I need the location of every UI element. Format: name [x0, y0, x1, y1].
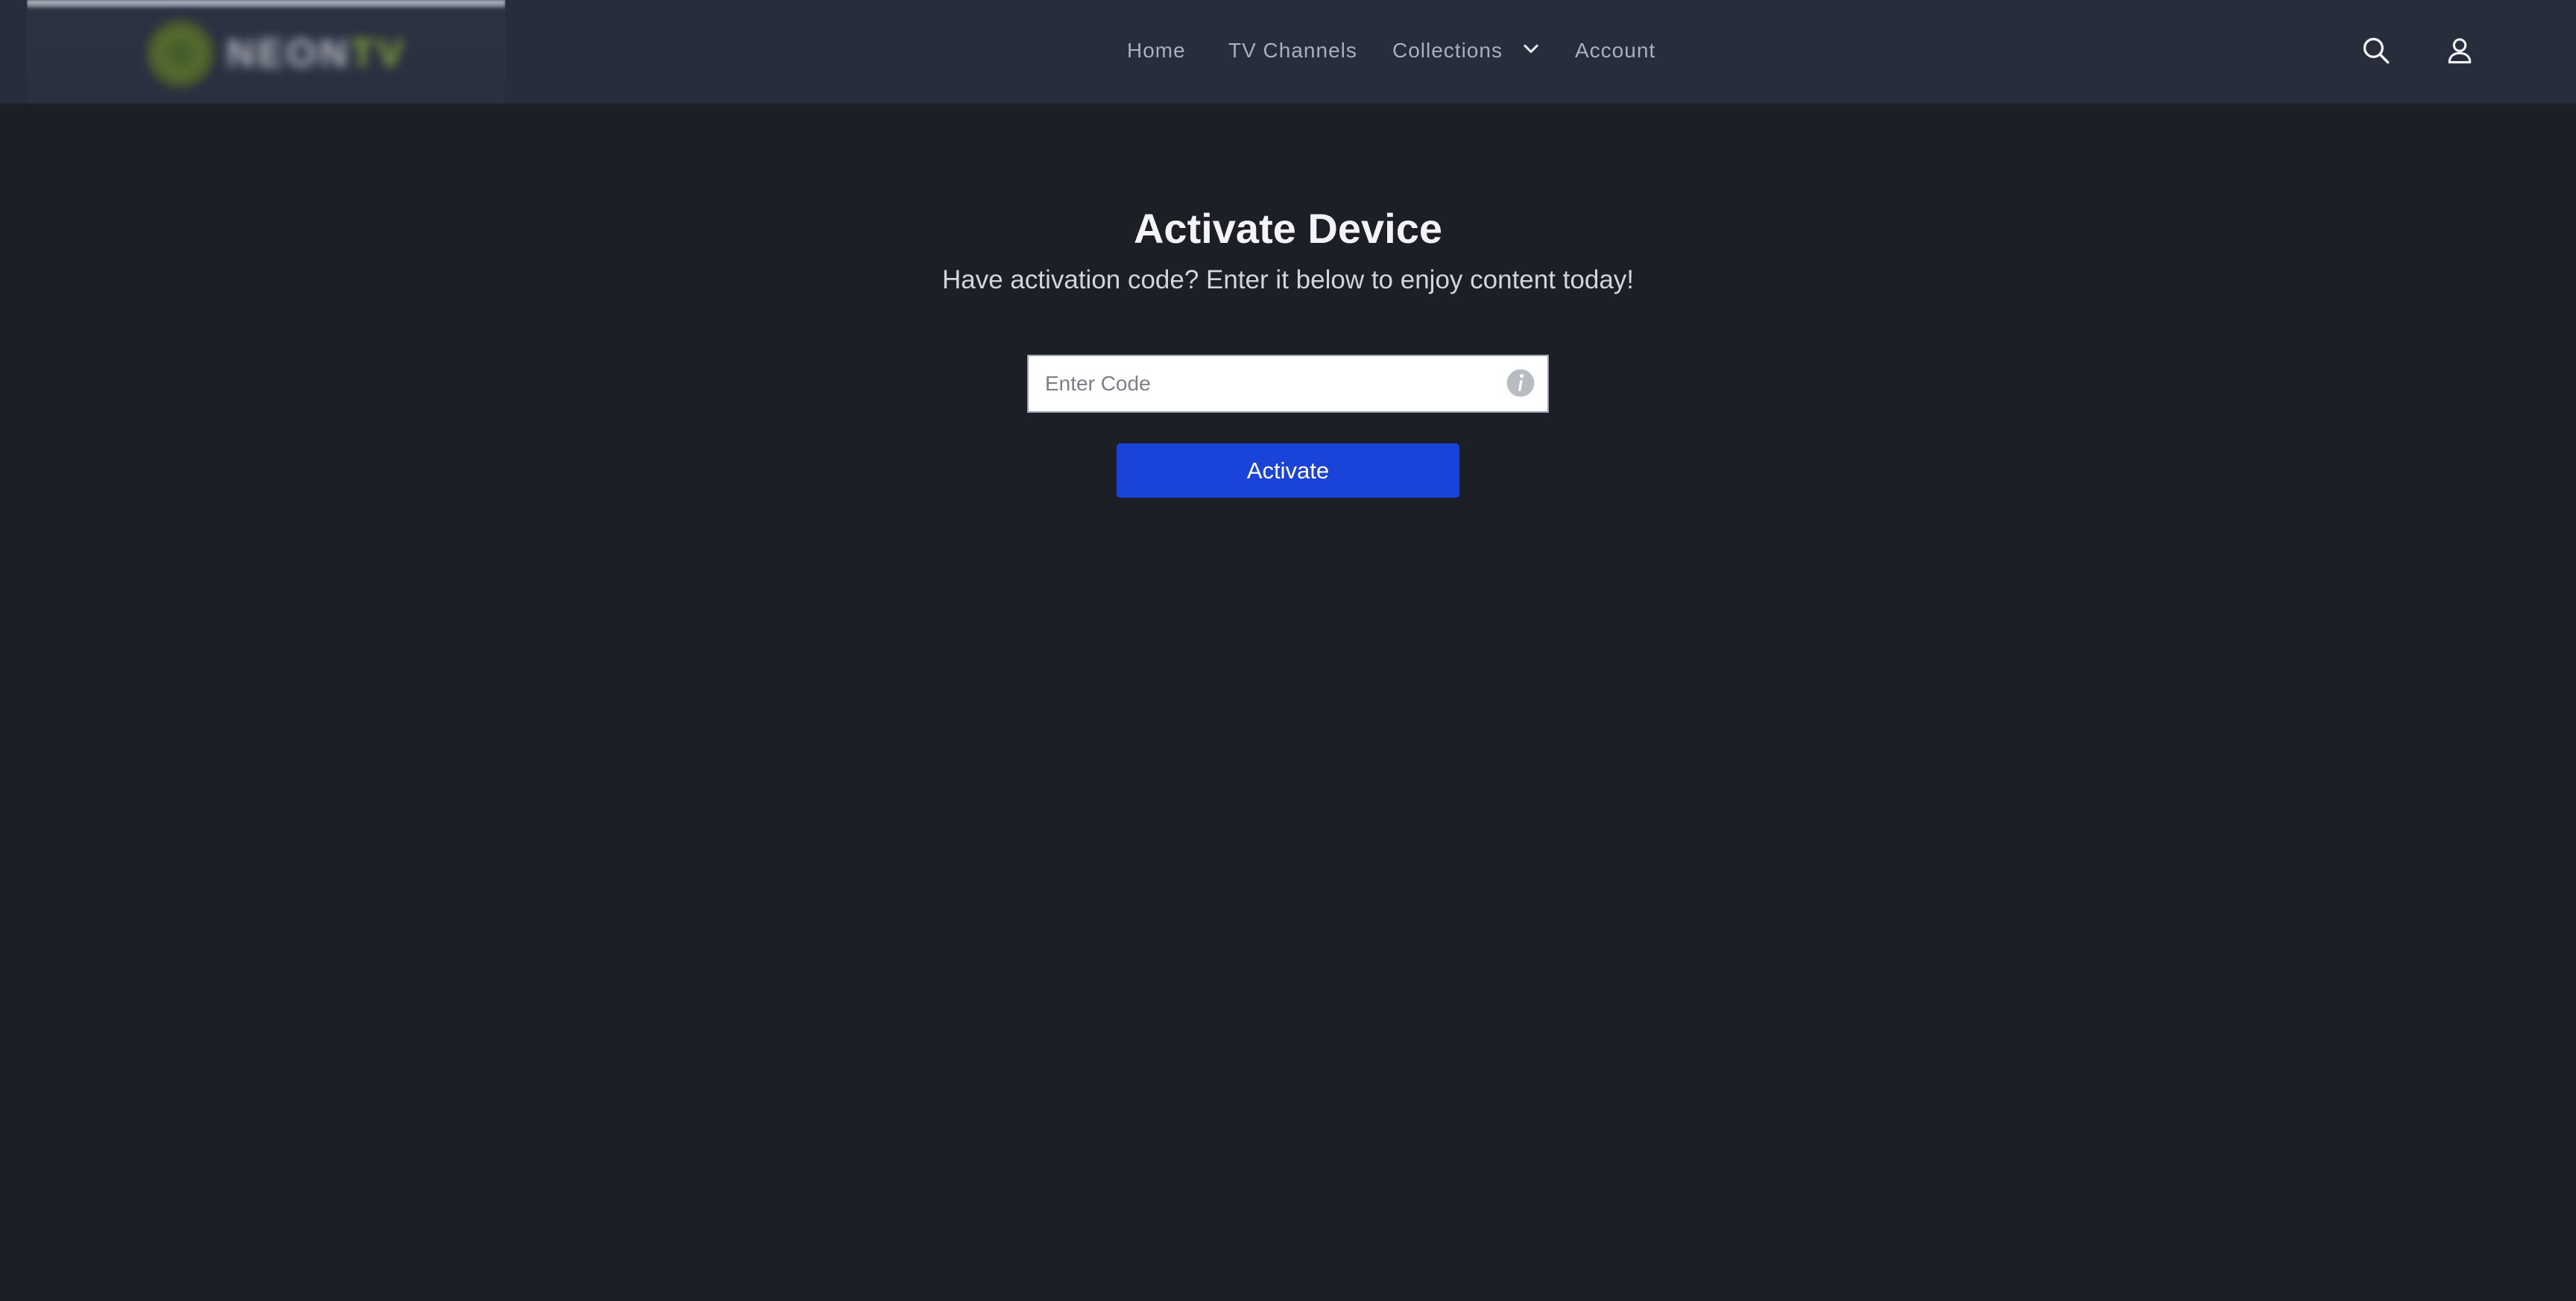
header: NEONTV Home TV Channels Collections Acco… [0, 0, 2576, 104]
nav-item-tv-channels[interactable]: TV Channels [1228, 39, 1357, 63]
activate-button[interactable]: Activate [1117, 443, 1459, 498]
logo-text: NEONTV [227, 31, 406, 76]
search-icon[interactable] [2360, 34, 2393, 67]
logo-top-bar [27, 0, 505, 7]
page-title: Activate Device [1133, 205, 1442, 252]
activation-code-input[interactable] [1029, 356, 1491, 411]
nav-item-account[interactable]: Account [1575, 39, 1655, 63]
nav-item-collections[interactable]: Collections [1392, 39, 1503, 63]
chevron-down-icon[interactable] [1521, 39, 1541, 60]
logo-wordmark: NEON [227, 32, 351, 75]
logo-mark-icon [146, 19, 215, 88]
page-subtitle: Have activation code? Enter it below to … [941, 265, 1635, 294]
logo-wordmark-accent: TV [350, 32, 406, 75]
user-icon[interactable] [2443, 34, 2476, 67]
nav-item-home[interactable]: Home [1127, 39, 1186, 63]
activation-code-field [1027, 355, 1549, 413]
info-icon[interactable] [1506, 368, 1535, 398]
logo[interactable]: NEONTV [27, 0, 505, 104]
